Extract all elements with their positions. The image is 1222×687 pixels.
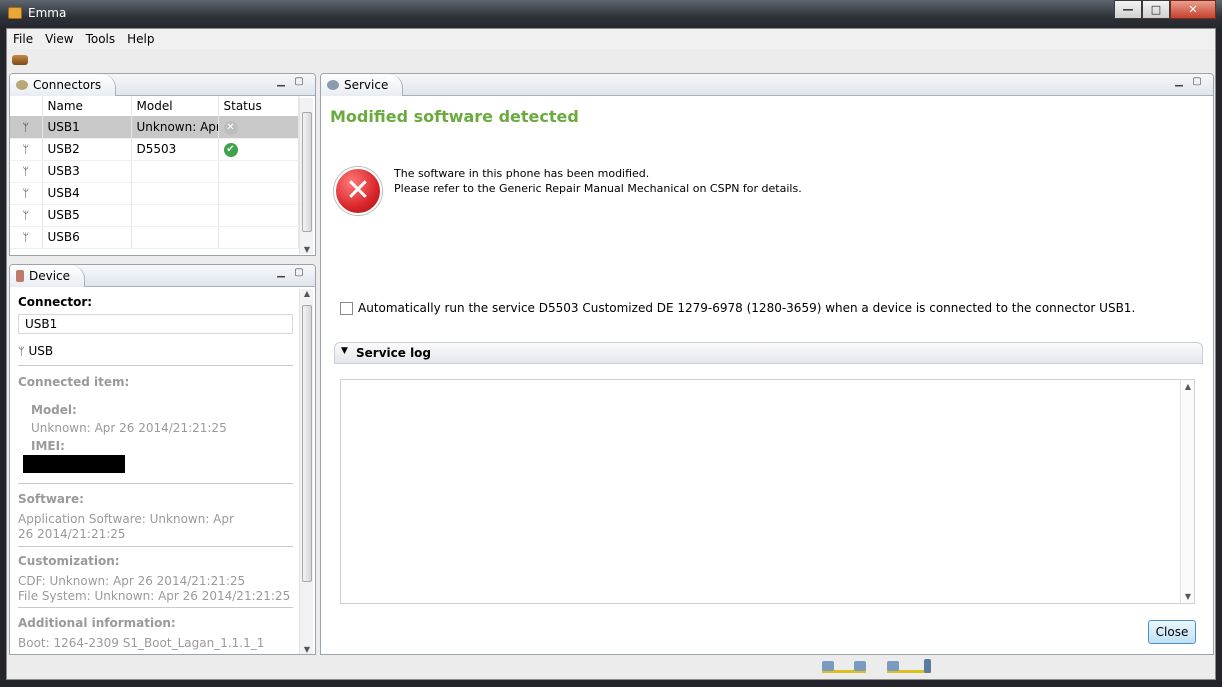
table-row[interactable]: ᛘ USB2 D5503 ✔ (10, 138, 299, 161)
minimize-panel-icon[interactable]: ▁ (1173, 77, 1185, 89)
scroll-up-icon[interactable]: ▲ (1181, 382, 1195, 391)
column-model[interactable]: Model (131, 96, 219, 116)
scroll-thumb[interactable] (302, 305, 312, 582)
tab-device[interactable]: Device (10, 265, 86, 287)
boot-value: Boot: 1264-2309 S1_Boot_Lagan_1.1.1_1 (18, 636, 265, 650)
toolbar (7, 49, 1215, 71)
auto-run-checkbox[interactable] (340, 302, 353, 315)
log-scrollbar[interactable]: ▲ ▼ (1180, 380, 1194, 603)
ok-status-icon: ✔ (223, 143, 238, 157)
service-panel: Service ▁ ▢ Modified software detected ✕… (320, 73, 1214, 655)
scroll-down-icon[interactable]: ▼ (300, 645, 314, 654)
scroll-down-icon[interactable]: ▼ (300, 245, 314, 254)
error-message-line1: The software in this phone has been modi… (394, 167, 650, 180)
title-bar: Emma — □ ✕ (0, 0, 1222, 28)
error-icon: ✕ (334, 167, 382, 215)
gear-icon (327, 80, 339, 90)
maximize-panel-icon[interactable]: ▢ (293, 268, 305, 280)
menu-tools[interactable]: Tools (80, 32, 122, 46)
page-title: Modified software detected (330, 107, 579, 126)
model-value: Unknown: Apr 26 2014/21:21:25 (31, 421, 227, 435)
connected-item-label: Connected item: (18, 375, 130, 389)
connectors-scrollbar[interactable]: ▼ (299, 98, 313, 254)
redacted-imei (23, 455, 125, 473)
table-header: Name Model Status (10, 96, 299, 116)
maximize-button[interactable]: □ (1142, 0, 1170, 19)
minimize-button[interactable]: — (1114, 0, 1142, 19)
cdf-value: CDF: Unknown: Apr 26 2014/21:21:25 (18, 574, 246, 588)
connectors-table: Name Model Status ᛘ USB1 Unknown: Apr 2 … (10, 96, 299, 249)
close-window-button[interactable]: ✕ (1170, 0, 1216, 19)
minimize-panel-icon[interactable]: ▁ (275, 77, 287, 89)
phone-icon (16, 270, 24, 282)
status-bar (7, 655, 1215, 679)
table-row[interactable]: ᛘ USB6 (10, 226, 299, 249)
app-icon (8, 7, 22, 19)
scroll-up-icon[interactable]: ▲ (300, 289, 314, 298)
connectors-icon (16, 80, 28, 90)
column-status[interactable]: Status (218, 96, 299, 116)
menu-bar: File View Tools Help (7, 29, 1215, 49)
filesystem-value: File System: Unknown: Apr 26 2014/21:21:… (18, 589, 291, 603)
usb-icon: ᛘ (22, 143, 30, 156)
software-label: Software: (18, 492, 84, 506)
error-message-line2: Please refer to the Generic Repair Manua… (394, 182, 802, 195)
customization-label: Customization: (18, 554, 120, 568)
minimize-panel-icon[interactable]: ▁ (275, 268, 287, 280)
collapse-arrow-icon[interactable]: ▼ (341, 346, 348, 356)
tab-connectors[interactable]: Connectors (10, 74, 117, 96)
additional-info-label: Additional information: (18, 616, 176, 630)
connection-status-icon (822, 661, 866, 673)
menu-view[interactable]: View (39, 32, 79, 46)
auto-run-label: Automatically run the service D5503 Cust… (358, 301, 1136, 315)
usb-icon: ᛘ (22, 231, 30, 244)
service-log-header[interactable]: ▼ Service log (334, 342, 1203, 364)
device-link-icon (887, 659, 931, 673)
table-row[interactable]: ᛘ USB4 (10, 182, 299, 205)
usb-icon: ᛘ (22, 165, 30, 178)
usb-icon: ᛘ (22, 120, 30, 134)
model-label: Model: (31, 403, 77, 417)
usb-icon: ᛘ (22, 187, 30, 200)
error-status-icon: ✕ (223, 120, 238, 135)
menu-help[interactable]: Help (121, 32, 160, 46)
connector-label: Connector: (18, 295, 93, 309)
connector-type: USB (28, 344, 54, 358)
software-value: Application Software: Unknown: Apr 26 20… (18, 512, 234, 541)
scroll-thumb[interactable] (302, 112, 312, 232)
scroll-down-icon[interactable]: ▼ (1181, 592, 1195, 601)
maximize-panel-icon[interactable]: ▢ (293, 77, 305, 89)
table-row[interactable]: ᛘ USB1 Unknown: Apr 2 ✕ (10, 116, 299, 139)
usb-icon: ᛘ (18, 345, 25, 358)
maximize-panel-icon[interactable]: ▢ (1191, 77, 1203, 89)
main-window: File View Tools Help Connectors ▁ ▢ Name… (6, 28, 1216, 680)
imei-label: IMEI: (31, 439, 65, 453)
menu-file[interactable]: File (7, 32, 39, 46)
tab-service[interactable]: Service (321, 74, 404, 96)
column-name[interactable]: Name (42, 96, 132, 116)
device-scrollbar[interactable]: ▲ ▼ (299, 289, 313, 654)
table-row[interactable]: ᛘ USB5 (10, 204, 299, 227)
device-panel: Device ▁ ▢ Connector: USB1 ᛘ USB Connect… (9, 264, 316, 655)
connector-field[interactable]: USB1 (18, 314, 293, 334)
connectors-panel: Connectors ▁ ▢ Name Model Status ᛘ USB1 … (9, 73, 316, 256)
close-button[interactable]: Close (1148, 620, 1196, 644)
usb-icon: ᛘ (22, 209, 30, 222)
connect-tool-icon[interactable] (12, 55, 28, 65)
table-row[interactable]: ᛘ USB3 (10, 160, 299, 183)
window-title: Emma (28, 6, 67, 20)
service-log-label: Service log (356, 346, 432, 360)
service-log-area[interactable]: ▲ ▼ (340, 379, 1195, 604)
